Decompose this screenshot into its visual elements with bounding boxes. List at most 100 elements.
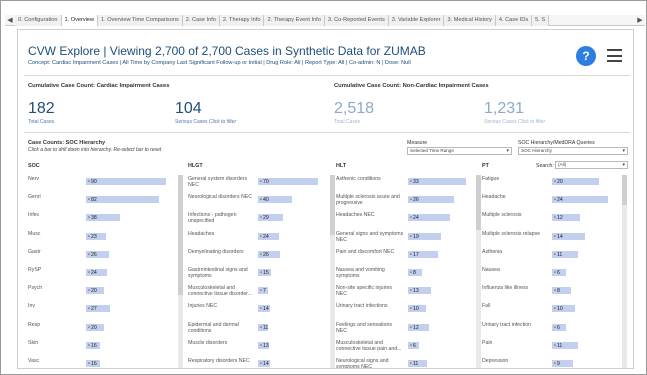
hlgt-bar[interactable]: 14	[258, 305, 270, 313]
pt-bar-row[interactable]: Multiple sclerosis 12	[482, 211, 622, 231]
hlgt-bar[interactable]: 70	[258, 178, 318, 185]
measure-dropdown[interactable]: Selected Time Range ▾	[407, 147, 512, 155]
pt-bar[interactable]: 24	[552, 196, 608, 204]
hierarchy-dropdown[interactable]: SOC Hierarchy ▾	[518, 147, 628, 155]
soc-bar-row[interactable]: Psych 20	[28, 284, 178, 304]
hlt-bar-row[interactable]: General signs and symptoms NEC 19	[336, 230, 476, 250]
soc-bar-row[interactable]: Vasc 16	[28, 357, 178, 368]
soc-bar-row[interactable]: Musc 23	[28, 230, 178, 250]
pt-bar[interactable]: 6	[552, 269, 566, 276]
soc-bar[interactable]: 20	[86, 287, 104, 295]
soc-bar[interactable]: 38	[86, 214, 120, 222]
tab-2-case-info[interactable]: 2. Case Info	[182, 14, 220, 26]
hlt-bar[interactable]: 12	[408, 323, 430, 331]
noncardiac-serious-filter[interactable]: Serious Cases Click to filter	[484, 119, 545, 125]
hlgt-bar-row[interactable]: Muscle disorders 13	[188, 339, 330, 359]
soc-bar-row[interactable]: Inv 27	[28, 302, 178, 322]
pt-bar[interactable]: 12	[552, 214, 580, 222]
hlt-bar[interactable]: 17	[408, 250, 438, 258]
soc-bar-row[interactable]: Infec 38	[28, 211, 178, 231]
hlt-bar-row[interactable]: Headaches NEC 24	[336, 211, 476, 231]
pt-bar[interactable]: 11	[552, 250, 578, 258]
hlt-bar-row[interactable]: Urinary tract infections 10	[336, 302, 476, 322]
soc-bar[interactable]: 23	[86, 232, 107, 240]
hlt-bar-row[interactable]: Asthenic conditions 33	[336, 175, 476, 195]
hlgt-bar[interactable]: 24	[258, 232, 279, 240]
hlgt-bar[interactable]: 11	[258, 323, 268, 331]
pt-bar-row[interactable]: Urinary tract infection 6	[482, 321, 622, 341]
tab-2-therapy-event-info[interactable]: 2. Therapy Event Info	[264, 14, 325, 26]
pt-bar-row[interactable]: Nausea 6	[482, 266, 622, 286]
hlt-bar-row[interactable]: Feelings and sensations NEC 12	[336, 321, 476, 341]
pt-bar-row[interactable]: Multiple sclerosis relapse 14	[482, 230, 622, 250]
pt-bar[interactable]: 11	[552, 341, 578, 349]
pt-bar[interactable]: 20	[552, 178, 599, 185]
soc-bar[interactable]: 90	[86, 178, 166, 185]
hlt-bar[interactable]: 11	[408, 360, 428, 367]
hlgt-bar-row[interactable]: Neurological disorders NEC 40	[188, 193, 330, 213]
hlgt-bar[interactable]: 26	[258, 250, 281, 258]
hlt-bar[interactable]: 8	[408, 269, 423, 276]
hlgt-bar-row[interactable]: Respiratory disorders NEC 14	[188, 357, 330, 368]
hamburger-menu-icon[interactable]	[607, 49, 622, 62]
hlgt-scrollbar[interactable]	[330, 175, 335, 368]
hlt-bar-row[interactable]: Musculoskeletal and connective tissue pa…	[336, 339, 476, 359]
tab-scroll-left-icon[interactable]: ◀	[5, 15, 15, 26]
tab-4-case-ids[interactable]: 4. Case IDs	[495, 14, 533, 26]
hlt-scrollbar[interactable]	[476, 175, 481, 368]
soc-bar-row[interactable]: Nerv 90	[28, 175, 178, 195]
soc-bar-row[interactable]: Gastr 26	[28, 248, 178, 268]
pt-bar-row[interactable]: Depression 9	[482, 357, 622, 368]
pt-bar[interactable]: 8	[552, 287, 571, 295]
hlgt-bar[interactable]: 15	[258, 269, 271, 276]
hlt-bar[interactable]: 26	[408, 196, 454, 204]
pt-search-dropdown[interactable]: (All) ▾	[555, 161, 628, 169]
tab-1-overview[interactable]: 1. Overview	[61, 14, 99, 26]
hlt-bar-row[interactable]: Nausea and vomiting symptoms 8	[336, 266, 476, 286]
soc-bar[interactable]: 24	[86, 269, 108, 276]
pt-bar[interactable]: 10	[552, 305, 576, 313]
soc-bar[interactable]: 16	[86, 360, 101, 367]
soc-scrollbar[interactable]	[178, 175, 183, 368]
tab-1-overview-time-comparisons[interactable]: 1. Overview Time Comparisons	[98, 14, 183, 26]
tab-scroll-right-icon[interactable]: ▶	[635, 15, 645, 26]
hlt-bar[interactable]: 24	[408, 214, 451, 222]
tab-3-medical-history[interactable]: 3. Medical History	[444, 14, 496, 26]
hlgt-bar-row[interactable]: Gastrointestinal signs and symptoms 15	[188, 266, 330, 286]
pt-bar-row[interactable]: Fall 10	[482, 302, 622, 322]
hlt-bar-row[interactable]: Pain and discomfort NEC 17	[336, 248, 476, 268]
noncardiac-serious-value[interactable]: 1,231	[484, 100, 524, 118]
tab-3-variable-explorer[interactable]: 3. Variable Explorer	[388, 14, 445, 26]
pt-scrollbar[interactable]	[622, 175, 627, 368]
hlgt-bar-row[interactable]: Epidermal and dermal conditions 11	[188, 321, 330, 341]
hlgt-bar-row[interactable]: Musculoskeletal and connective tissue di…	[188, 284, 330, 304]
pt-bar[interactable]: 6	[552, 323, 566, 331]
soc-bar[interactable]: 82	[86, 196, 159, 204]
hlgt-bar-row[interactable]: Headaches 24	[188, 230, 330, 250]
hlgt-bar[interactable]: 13	[258, 341, 270, 349]
soc-bar[interactable]: 27	[86, 305, 110, 313]
hlt-bar[interactable]: 19	[408, 232, 442, 240]
hlt-bar[interactable]: 33	[408, 178, 466, 185]
pt-bar-row[interactable]: Pain 11	[482, 339, 622, 359]
hlt-bar[interactable]: 10	[408, 305, 426, 313]
soc-bar[interactable]: 16	[86, 341, 101, 349]
cardiac-serious-value[interactable]: 104	[175, 100, 202, 118]
hlgt-bar-row[interactable]: General system disorders NEC 70	[188, 175, 330, 195]
hlt-bar-row[interactable]: Non-site specific injuries NEC 13	[336, 284, 476, 304]
hlt-bar[interactable]: 6	[408, 341, 419, 349]
pt-bar-row[interactable]: Influenza like illness 8	[482, 284, 622, 304]
pt-bar-row[interactable]: Headache 24	[482, 193, 622, 213]
tab-3-co-reported-events[interactable]: 3. Co-Reported Events	[324, 14, 389, 26]
soc-bar[interactable]: 26	[86, 250, 110, 258]
hlgt-bar[interactable]: 14	[258, 360, 270, 367]
soc-bar-row[interactable]: Genrl 82	[28, 193, 178, 213]
pt-bar[interactable]: 9	[552, 360, 573, 367]
hlgt-bar-row[interactable]: Infections - pathogen unspecified 29	[188, 211, 330, 231]
pt-bar-row[interactable]: Fatigue 20	[482, 175, 622, 195]
hlt-bar-row[interactable]: Neurological signs and symptoms NEC 11	[336, 357, 476, 368]
hlgt-bar-row[interactable]: Injuries NEC 14	[188, 302, 330, 322]
help-button[interactable]: ?	[576, 46, 596, 66]
tab-5-s[interactable]: 5. S	[532, 14, 550, 26]
soc-bar-row[interactable]: Resp 20	[28, 321, 178, 341]
